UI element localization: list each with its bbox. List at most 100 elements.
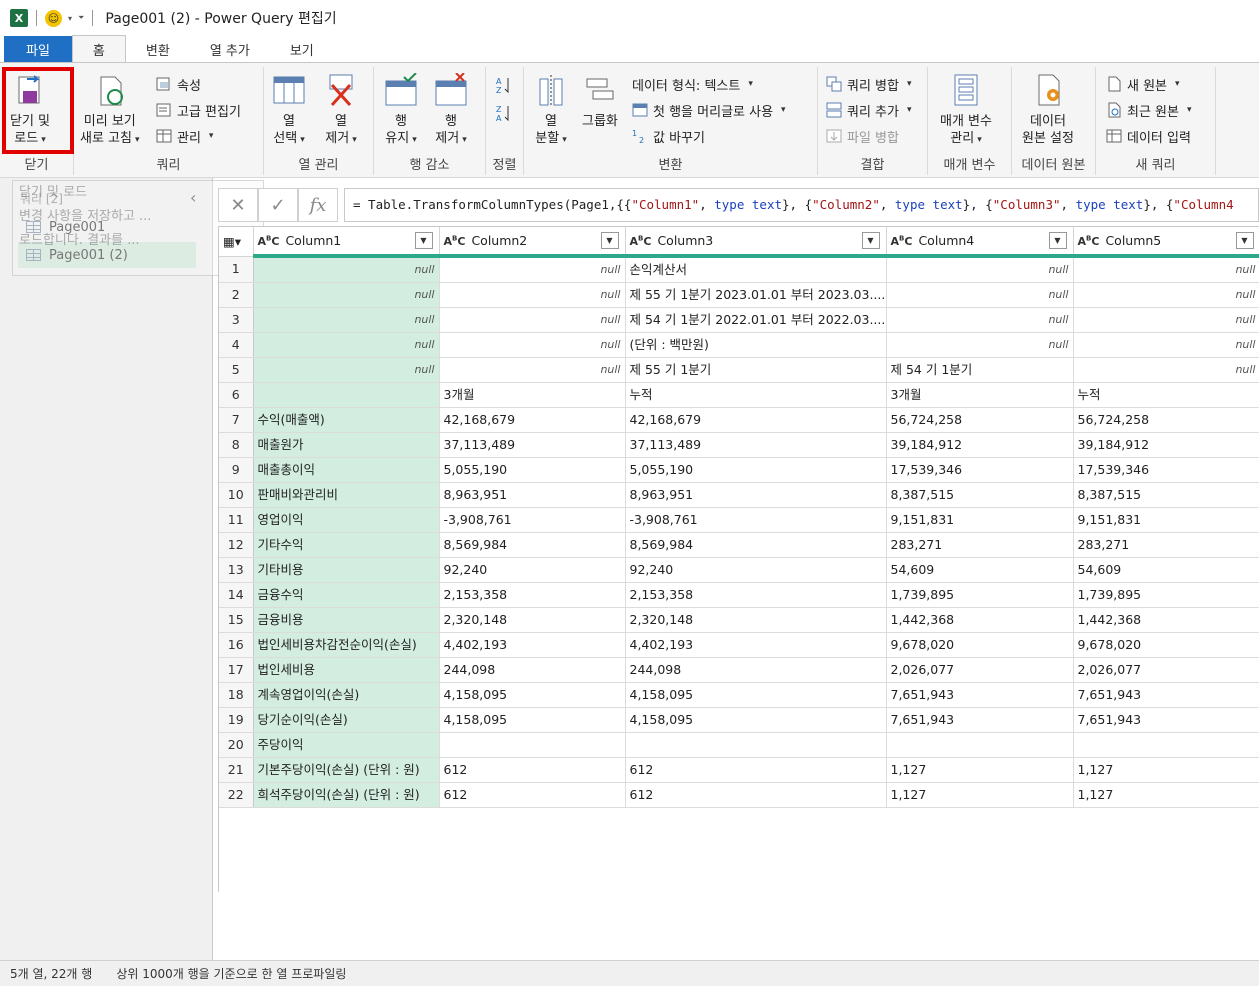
table-cell[interactable]: 수익(매출액) xyxy=(253,407,440,433)
table-cell[interactable]: 제 54 기 1분기 2022.01.01 부터 2022.03.... xyxy=(625,307,887,333)
manage-button[interactable]: 관리 ▾ xyxy=(156,125,213,147)
table-cell[interactable]: 주당이익 xyxy=(253,732,440,758)
table-cell[interactable]: 4,158,095 xyxy=(439,707,626,733)
column-header-1[interactable]: ABC Column1 ▼ xyxy=(253,227,440,258)
table-cell[interactable]: 8,963,951 xyxy=(625,482,887,508)
table-cell[interactable] xyxy=(439,732,626,758)
table-cell[interactable]: 매출원가 xyxy=(253,432,440,458)
table-cell[interactable] xyxy=(253,382,440,408)
row-number[interactable]: 20 xyxy=(219,732,254,758)
table-cell[interactable]: 1,739,895 xyxy=(886,582,1074,608)
text-type-icon[interactable]: ABC xyxy=(891,234,913,248)
enter-data-button[interactable]: 데이터 입력 xyxy=(1106,125,1191,147)
table-cell[interactable]: 1,442,368 xyxy=(1073,607,1259,633)
table-cell[interactable]: null xyxy=(886,332,1074,358)
table-cell[interactable]: null xyxy=(439,256,626,283)
use-first-row-header-button[interactable]: 첫 행을 머리글로 사용 ▾ xyxy=(632,99,786,121)
table-cell[interactable]: 손익계산서 xyxy=(625,256,887,283)
table-cell[interactable]: 기타비용 xyxy=(253,557,440,583)
table-cell[interactable]: 1,127 xyxy=(886,757,1074,783)
table-cell[interactable]: 17,539,346 xyxy=(1073,457,1259,483)
tab-file[interactable]: 파일 xyxy=(4,36,72,62)
tab-add-column[interactable]: 열 추가 xyxy=(190,36,270,62)
fx-icon[interactable]: fx xyxy=(298,188,338,222)
table-cell[interactable]: 54,609 xyxy=(1073,557,1259,583)
sort-ascending-button[interactable]: AZ xyxy=(496,73,512,95)
table-cell[interactable]: null xyxy=(886,282,1074,308)
table-cell[interactable]: 3개월 xyxy=(439,382,626,408)
table-cell[interactable]: 42,168,679 xyxy=(625,407,887,433)
table-cell[interactable]: 기타수익 xyxy=(253,532,440,558)
row-number[interactable]: 12 xyxy=(219,532,254,558)
table-cell[interactable]: 39,184,912 xyxy=(1073,432,1259,458)
table-cell[interactable]: null xyxy=(253,357,440,383)
table-cell[interactable] xyxy=(625,732,887,758)
text-type-icon[interactable]: ABC xyxy=(444,234,466,248)
table-cell[interactable]: 제 55 기 1분기 xyxy=(625,357,887,383)
table-cell[interactable]: 매출총이익 xyxy=(253,457,440,483)
table-cell[interactable]: 612 xyxy=(625,782,887,808)
table-cell[interactable]: 39,184,912 xyxy=(886,432,1074,458)
table-cell[interactable]: 1,442,368 xyxy=(886,607,1074,633)
table-cell[interactable]: null xyxy=(253,256,440,283)
table-cell[interactable]: 1,127 xyxy=(1073,782,1259,808)
remove-rows-button[interactable]: 행 제거 ▾ xyxy=(434,72,468,149)
table-cell[interactable]: null xyxy=(439,332,626,358)
table-cell[interactable]: 누적 xyxy=(625,382,887,408)
table-cell[interactable]: 283,271 xyxy=(886,532,1074,558)
table-cell[interactable]: 8,387,515 xyxy=(1073,482,1259,508)
quick-access-customize-icon[interactable]: ⏷ xyxy=(78,13,84,23)
table-cell[interactable]: 244,098 xyxy=(625,657,887,683)
table-cell[interactable]: null xyxy=(253,307,440,333)
table-cell[interactable]: null xyxy=(439,357,626,383)
tab-transform[interactable]: 변환 xyxy=(126,36,190,62)
filter-dropdown-icon[interactable]: ▼ xyxy=(600,232,619,249)
table-cell[interactable]: 1,127 xyxy=(1073,757,1259,783)
table-cell[interactable]: 56,724,258 xyxy=(1073,407,1259,433)
table-cell[interactable]: 2,026,077 xyxy=(886,657,1074,683)
row-number[interactable]: 19 xyxy=(219,707,254,733)
table-cell[interactable]: 9,151,831 xyxy=(1073,507,1259,533)
table-cell[interactable]: 1,739,895 xyxy=(1073,582,1259,608)
merge-queries-button[interactable]: 쿼리 병합 ▾ xyxy=(826,73,912,95)
table-cell[interactable]: 4,402,193 xyxy=(439,632,626,658)
filter-dropdown-icon[interactable]: ▼ xyxy=(1235,232,1254,249)
table-cell[interactable]: 9,678,020 xyxy=(1073,632,1259,658)
choose-columns-button[interactable]: 열 선택 ▾ xyxy=(272,73,306,149)
table-cell[interactable]: 612 xyxy=(439,757,626,783)
column-header-3[interactable]: ABC Column3 ▼ xyxy=(625,227,887,258)
text-type-icon[interactable]: ABC xyxy=(1078,234,1100,248)
column-header-4[interactable]: ABC Column4 ▼ xyxy=(886,227,1074,258)
row-number[interactable]: 22 xyxy=(219,782,254,808)
row-number[interactable]: 14 xyxy=(219,582,254,608)
table-cell[interactable]: 4,158,095 xyxy=(439,682,626,708)
table-cell[interactable]: -3,908,761 xyxy=(439,507,626,533)
table-cell[interactable]: 기본주당이익(손실) (단위 : 원) xyxy=(253,757,440,783)
manage-parameters-button[interactable]: 매개 변수 관리 ▾ xyxy=(940,73,992,149)
table-cell[interactable]: null xyxy=(253,282,440,308)
table-cell[interactable]: 17,539,346 xyxy=(886,457,1074,483)
table-cell[interactable]: 판매비와관리비 xyxy=(253,482,440,508)
table-cell[interactable]: 612 xyxy=(625,757,887,783)
row-number[interactable]: 21 xyxy=(219,757,254,783)
table-cell[interactable]: 5,055,190 xyxy=(625,457,887,483)
row-number[interactable]: 16 xyxy=(219,632,254,658)
data-source-settings-button[interactable]: 데이터 원본 설정 xyxy=(1022,73,1074,147)
row-number[interactable]: 9 xyxy=(219,457,254,483)
row-number[interactable]: 13 xyxy=(219,557,254,583)
table-cell[interactable]: null xyxy=(1073,307,1259,333)
table-cell[interactable]: 7,651,943 xyxy=(886,707,1074,733)
table-cell[interactable]: 92,240 xyxy=(625,557,887,583)
smiley-feedback-icon[interactable]: ☺ xyxy=(45,9,62,27)
table-cell[interactable]: 당기순이익(손실) xyxy=(253,707,440,733)
cancel-formula-icon[interactable]: ✕ xyxy=(218,188,258,222)
text-type-icon[interactable]: ABC xyxy=(258,234,280,248)
table-menu-corner[interactable]: ▦▾ xyxy=(219,227,254,257)
formula-input[interactable]: = Table.TransformColumnTypes(Page1,{{"Co… xyxy=(344,188,1259,222)
row-number[interactable]: 2 xyxy=(219,282,254,308)
table-cell[interactable]: 612 xyxy=(439,782,626,808)
table-cell[interactable]: 4,158,095 xyxy=(625,682,887,708)
table-cell[interactable]: 제 55 기 1분기 2023.01.01 부터 2023.03.... xyxy=(625,282,887,308)
table-cell[interactable] xyxy=(886,732,1074,758)
table-cell[interactable]: null xyxy=(439,307,626,333)
